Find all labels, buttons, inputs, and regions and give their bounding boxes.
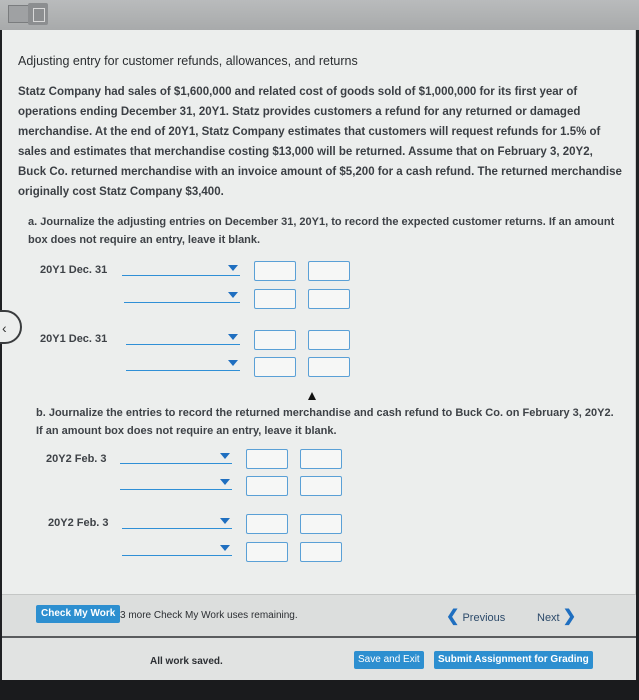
credit-amount-input[interactable] [300,476,342,496]
credit-amount-input[interactable] [300,514,342,534]
check-remaining-text: 3 more Check My Work uses remaining. [120,610,298,621]
part-a-text: Journalize the adjusting entries on Dece… [28,216,615,246]
dropdown-arrow-icon [228,265,238,271]
chevron-left-icon: ‹ [2,320,7,336]
account-dropdown[interactable] [126,331,240,345]
entry-date: 20Y2 Feb. 3 [46,453,107,465]
account-dropdown[interactable] [122,542,232,556]
dropdown-arrow-icon [220,518,230,524]
chevron-right-icon: ❯ [562,608,577,625]
part-b-label: b. [36,407,46,419]
screen-bezel [0,680,639,700]
debit-amount-input[interactable] [246,449,288,469]
debit-amount-input[interactable] [246,542,288,562]
submit-assignment-button[interactable]: Submit Assignment for Grading [434,651,593,669]
save-and-exit-button[interactable]: Save and Exit [354,651,424,669]
window-icon[interactable] [8,5,30,23]
dropdown-arrow-icon [228,334,238,340]
credit-amount-input[interactable] [308,289,350,309]
check-my-work-button[interactable]: Check My Work [36,605,121,623]
part-b-instructions: b. Journalize the entries to record the … [36,404,616,440]
problem-title: Adjusting entry for customer refunds, al… [18,54,358,68]
part-a-label: a. [28,216,38,228]
account-dropdown[interactable] [124,289,240,303]
dropdown-arrow-icon [228,360,238,366]
debit-amount-input[interactable] [246,514,288,534]
debit-amount-input[interactable] [254,357,296,377]
credit-amount-input[interactable] [300,542,342,562]
save-status: All work saved. [150,656,223,667]
credit-amount-input[interactable] [308,330,350,350]
document-icon[interactable] [28,3,48,25]
part-b-text: Journalize the entries to record the ret… [36,407,614,437]
debit-amount-input[interactable] [254,289,296,309]
dropdown-arrow-icon [220,453,230,459]
problem-description: Statz Company had sales of $1,600,000 an… [18,86,622,198]
account-dropdown[interactable] [122,262,240,276]
side-collapse-tab[interactable]: ‹ [0,310,22,344]
next-label: Next [537,612,560,624]
credit-amount-input[interactable] [308,261,350,281]
dropdown-arrow-icon [220,545,230,551]
problem-panel: Adjusting entry for customer refunds, al… [0,30,636,636]
debit-amount-input[interactable] [254,261,296,281]
dropdown-arrow-icon [220,479,230,485]
account-dropdown[interactable] [120,476,232,490]
browser-toolbar [0,0,639,30]
account-dropdown[interactable] [120,450,232,464]
previous-label: Previous [462,612,506,624]
credit-amount-input[interactable] [308,357,350,377]
previous-button[interactable]: ❮ Previous [446,606,505,626]
debit-amount-input[interactable] [254,330,296,350]
credit-amount-input[interactable] [300,449,342,469]
account-dropdown[interactable] [126,357,240,371]
account-dropdown[interactable] [122,515,232,529]
mouse-cursor-icon [308,392,316,400]
part-a-instructions: a. Journalize the adjusting entries on D… [28,213,618,249]
entry-date: 20Y1 Dec. 31 [40,333,108,345]
debit-amount-input[interactable] [246,476,288,496]
entry-date: 20Y1 Dec. 31 [40,264,108,276]
chevron-left-icon: ❮ [446,608,460,625]
entry-date: 20Y2 Feb. 3 [48,517,109,529]
dropdown-arrow-icon [228,292,238,298]
next-button[interactable]: Next ❯ [537,606,576,626]
